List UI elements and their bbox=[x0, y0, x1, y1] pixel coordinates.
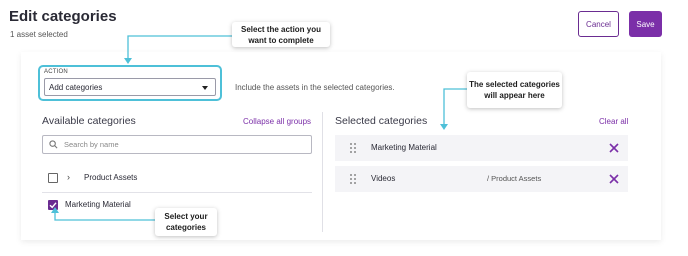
annotation-arrows bbox=[51, 35, 467, 221]
callout-action: Select the action you want to complete bbox=[232, 22, 330, 47]
callout-categories: Select your categories bbox=[155, 208, 217, 236]
callout-selected: The selected categories will appear here bbox=[467, 72, 562, 108]
